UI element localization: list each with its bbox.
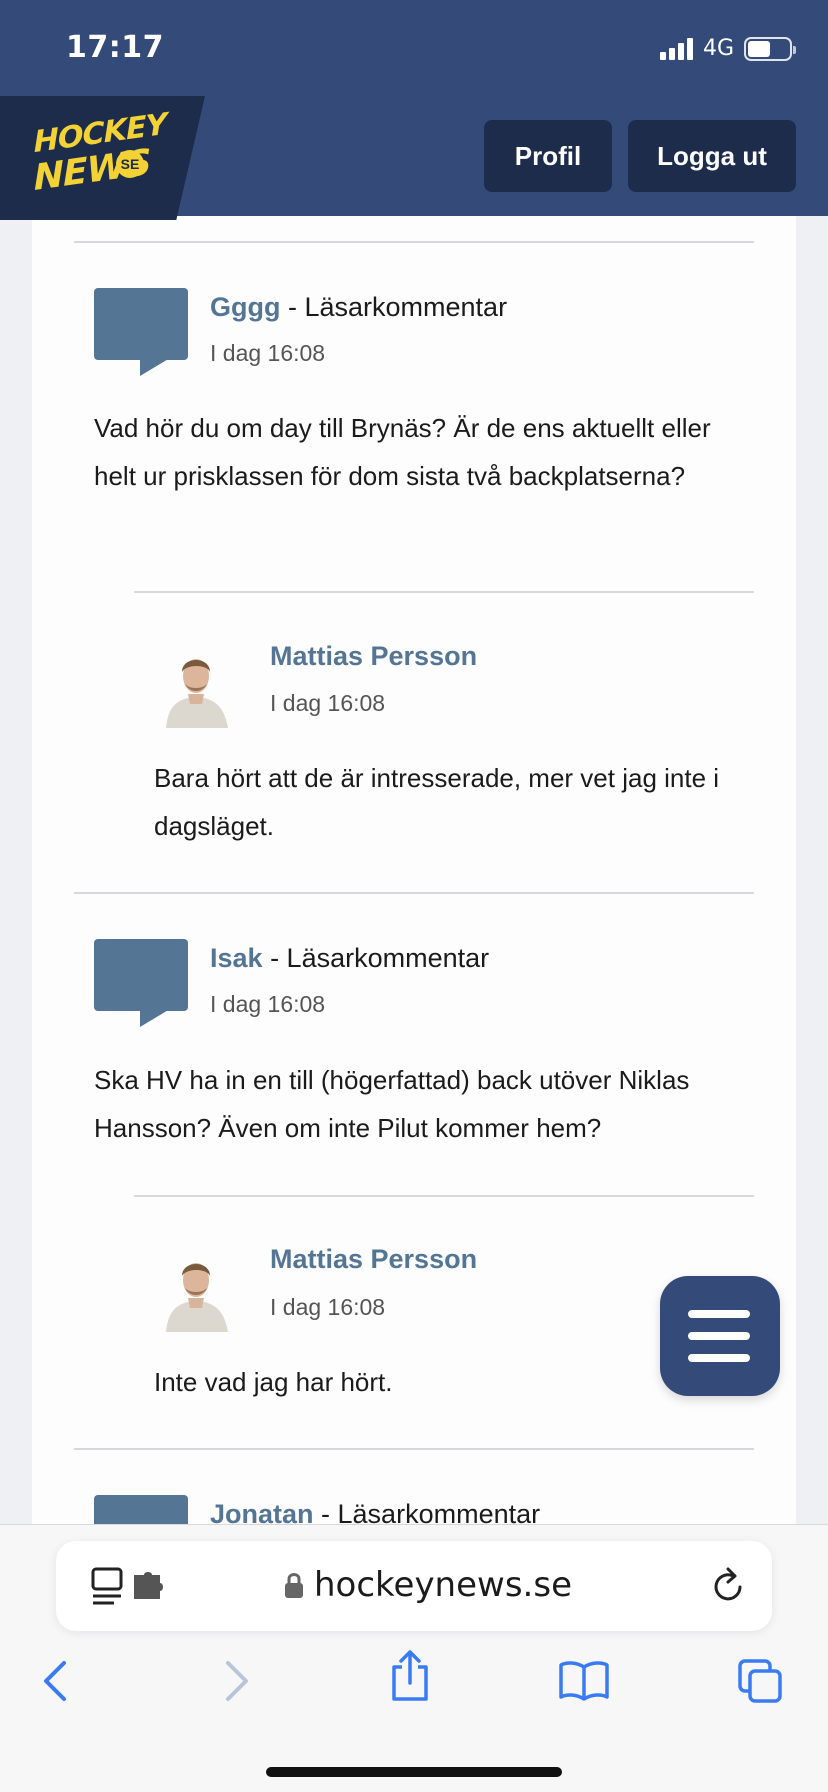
divider bbox=[74, 1448, 754, 1450]
bookmarks-icon[interactable] bbox=[558, 1659, 610, 1703]
status-bar: 17:17 4G bbox=[0, 0, 828, 96]
comment-author: Gggg - Läsarkommentar bbox=[210, 292, 507, 323]
network-type: 4G bbox=[702, 36, 734, 61]
forward-arrow-icon[interactable] bbox=[222, 1659, 252, 1703]
extension-puzzle-icon[interactable] bbox=[132, 1571, 166, 1601]
reader-tabs-icon[interactable] bbox=[90, 1567, 126, 1607]
share-icon[interactable] bbox=[388, 1649, 432, 1703]
divider bbox=[134, 1195, 754, 1197]
comment-text: Vad hör du om day till Brynäs? Är de ens… bbox=[94, 413, 711, 491]
profile-button[interactable]: Profil bbox=[484, 120, 612, 192]
author-avatar bbox=[160, 1246, 232, 1332]
reply-time: I dag 16:08 bbox=[270, 1294, 386, 1320]
comment-author-tag: - Läsarkommentar bbox=[280, 292, 508, 322]
status-indicators: 4G bbox=[659, 36, 796, 61]
battery-icon bbox=[744, 36, 796, 61]
comment-author-name[interactable]: Jonatan bbox=[210, 1499, 314, 1526]
comment-author-name[interactable]: Isak bbox=[210, 943, 263, 973]
reply-text: Inte vad jag har hört. bbox=[154, 1367, 393, 1397]
comment-time: I dag 16:08 bbox=[210, 340, 326, 366]
reply-author-name[interactable]: Mattias Persson bbox=[270, 641, 477, 672]
comment-bubble-icon bbox=[94, 939, 188, 1027]
comment-author: Isak - Läsarkommentar bbox=[210, 943, 489, 974]
divider bbox=[74, 892, 754, 894]
address-bar[interactable]: hockeynews.se bbox=[56, 1541, 772, 1631]
comment-author-tag: - Läsarkommentar bbox=[313, 1499, 541, 1526]
reload-icon[interactable] bbox=[710, 1567, 746, 1605]
reply-text: Bara hört att de är intresserade, mer ve… bbox=[154, 763, 720, 841]
cellular-signal-icon bbox=[659, 37, 693, 60]
author-avatar bbox=[160, 642, 232, 728]
comment-time: I dag 16:08 bbox=[210, 991, 326, 1017]
home-indicator bbox=[266, 1767, 562, 1777]
menu-icon-bar bbox=[688, 1354, 750, 1362]
logo-badge-se: SE bbox=[116, 150, 144, 178]
lock-icon bbox=[285, 1573, 303, 1598]
comment-author: Jonatan - Läsarkommentar bbox=[210, 1499, 540, 1526]
comment-bubble-icon bbox=[94, 288, 188, 376]
reply-time: I dag 16:08 bbox=[270, 690, 386, 716]
logout-button[interactable]: Logga ut bbox=[628, 120, 796, 192]
reply-author-name[interactable]: Mattias Persson bbox=[270, 1244, 477, 1275]
url-text: hockeynews.se bbox=[314, 1565, 572, 1605]
divider bbox=[134, 591, 754, 593]
site-header: HOCKEY NEWS SE Profil Logga ut bbox=[0, 96, 828, 220]
back-arrow-icon[interactable] bbox=[40, 1659, 70, 1703]
divider bbox=[74, 241, 754, 243]
menu-button[interactable] bbox=[660, 1276, 780, 1396]
status-time: 17:17 bbox=[66, 30, 164, 65]
browser-toolbar: hockeynews.se bbox=[0, 1524, 828, 1792]
hockeynews-logo[interactable]: HOCKEY NEWS SE bbox=[0, 96, 205, 220]
comment-author-tag: - Läsarkommentar bbox=[262, 943, 490, 973]
menu-icon-bar bbox=[688, 1310, 750, 1318]
comment-author-name[interactable]: Gggg bbox=[210, 292, 280, 322]
comment-text: Ska HV ha in en till (högerfattad) back … bbox=[94, 1065, 690, 1143]
comment-bubble-icon bbox=[94, 1495, 188, 1526]
menu-icon-bar bbox=[688, 1332, 750, 1340]
tabs-icon[interactable] bbox=[736, 1657, 784, 1705]
